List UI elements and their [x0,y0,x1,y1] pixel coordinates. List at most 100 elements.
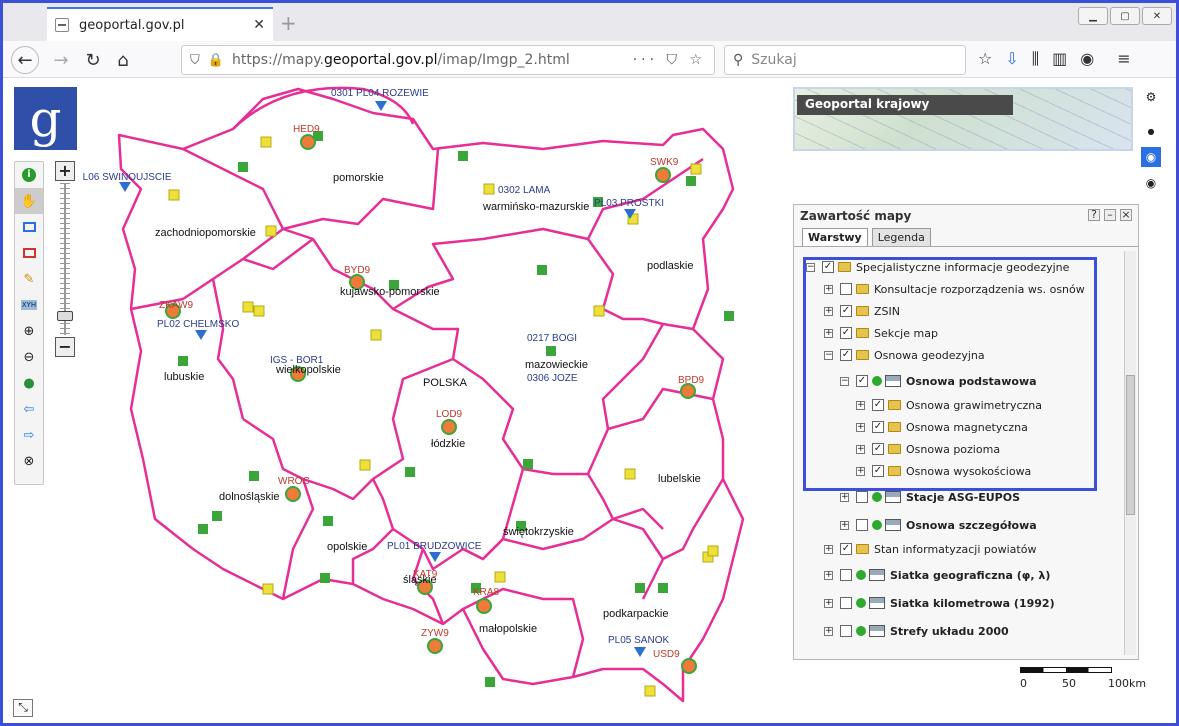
green-point-marker[interactable] [546,346,556,356]
layer-row[interactable]: + ✓ Stan informatyzacji powiatów [824,539,1036,559]
map-canvas[interactable]: pomorskie zachodniopomorskie warmińsko-m… [83,79,783,719]
layer-row[interactable]: + Siatka kilometrowa (1992) [824,593,1055,613]
green-point-marker[interactable] [724,311,734,321]
reading-list-icon[interactable]: ☆ [978,49,992,69]
zoom-in-icon[interactable]: ⊕ [15,318,43,344]
yellow-point-marker[interactable] [168,189,180,201]
layer-row[interactable]: + Siatka geograficzna (φ, λ) [824,565,1050,585]
expand-toggle-icon[interactable]: + [824,598,833,608]
green-point-marker[interactable] [686,176,696,186]
orange-point-marker[interactable] [427,638,443,654]
orange-point-marker[interactable] [300,134,316,150]
yellow-point-marker[interactable] [359,459,371,471]
green-point-marker[interactable] [238,162,248,172]
yellow-point-marker[interactable] [242,301,254,313]
green-point-marker[interactable] [249,471,259,481]
yellow-point-marker[interactable] [260,136,272,148]
select-box-icon[interactable] [15,240,43,266]
yellow-point-marker[interactable] [644,685,656,697]
pencil-icon[interactable]: ✎ [15,266,43,292]
green-point-marker[interactable] [212,511,222,521]
green-point-marker[interactable] [320,573,330,583]
expand-toggle-icon[interactable]: + [840,492,849,502]
yellow-point-marker[interactable] [370,329,382,341]
panel-scrollbar[interactable] [1124,251,1136,655]
orange-point-marker[interactable] [655,167,671,183]
back-arrow-icon[interactable]: ⇦ [15,396,43,422]
layer-checkbox[interactable] [856,519,868,531]
green-point-marker[interactable] [405,467,415,477]
close-panel-button[interactable]: × [1120,209,1132,221]
zoom-slider[interactable]: + − [55,161,75,357]
layer-row[interactable]: + Osnowa szczegółowa [840,515,1037,535]
info-icon[interactable]: i [15,162,43,188]
layer-row[interactable]: + Strefy układu 2000 [824,621,1009,641]
green-point-marker[interactable] [323,516,333,526]
forward-button[interactable]: → [47,46,75,74]
zoom-handle[interactable] [57,311,73,321]
orange-point-marker[interactable] [680,383,696,399]
yellow-point-marker[interactable] [624,468,636,480]
station-triangle-marker[interactable] [634,647,646,657]
reload-button[interactable]: ↻ [79,46,107,74]
zoom-out-button[interactable]: − [55,337,75,357]
full-extent-icon[interactable]: ⊗ [15,448,43,474]
help-button[interactable]: ? [1088,209,1100,221]
dot-icon[interactable]: ● [1141,121,1161,141]
globe-icon[interactable]: ● [15,370,43,396]
geoportal-logo[interactable]: g [14,87,77,150]
account-icon[interactable]: ◉ [1080,49,1094,69]
expand-toggle-icon[interactable]: + [840,520,849,530]
yellow-point-marker[interactable] [265,225,277,237]
expand-icon[interactable]: ⤡ [13,699,33,717]
overview-map[interactable]: Geoportal krajowy [793,87,1133,151]
station-triangle-marker[interactable] [429,552,441,562]
search-input[interactable]: ⚲ Szukaj [724,45,966,75]
green-point-marker[interactable] [198,524,208,534]
zoom-box-icon[interactable] [15,214,43,240]
station-triangle-marker[interactable] [375,101,387,111]
yellow-point-marker[interactable] [262,583,274,595]
station-triangle-marker[interactable] [195,330,207,340]
page-actions[interactable]: ··· ⛉ ☆ [633,52,706,68]
library-icon[interactable]: ⫼ [1032,49,1039,69]
yellow-point-marker[interactable] [690,163,702,175]
window-close-button[interactable]: ✕ [1142,7,1172,25]
eye-active-icon[interactable]: ◉ [1141,147,1161,167]
zoom-in-button[interactable]: + [55,161,75,181]
layer-checkbox[interactable]: ✓ [840,543,852,555]
yellow-point-marker[interactable] [494,571,506,583]
new-tab-button[interactable]: + [280,11,297,35]
orange-point-marker[interactable] [441,419,457,435]
green-point-marker[interactable] [458,151,468,161]
home-button[interactable]: ⌂ [109,46,137,74]
minimize-panel-button[interactable]: – [1104,209,1116,221]
eye-icon[interactable]: ◉ [1141,173,1161,193]
download-icon[interactable]: ⇩ [1005,49,1018,69]
tab-legend[interactable]: Legenda [871,228,931,246]
green-point-marker[interactable] [178,356,188,366]
yellow-point-marker[interactable] [253,305,265,317]
green-point-marker[interactable] [635,583,645,593]
settings-icon[interactable]: ⚙ [1141,87,1161,107]
back-button[interactable]: ← [11,46,39,74]
green-point-marker[interactable] [658,583,668,593]
sidebar-icon[interactable]: ▥ [1052,49,1067,69]
layer-checkbox[interactable] [856,491,868,503]
green-point-marker[interactable] [537,265,547,275]
browser-tab[interactable]: geoportal.gov.pl ✕ [47,7,273,41]
maximize-button[interactable]: ▢ [1110,7,1140,25]
layer-checkbox[interactable] [840,625,852,637]
forward-arrow-icon[interactable]: ⇨ [15,422,43,448]
expand-toggle-icon[interactable]: + [824,626,833,636]
layer-checkbox[interactable] [840,597,852,609]
orange-point-marker[interactable] [476,598,492,614]
expand-toggle-icon[interactable]: + [824,544,833,554]
zoom-out-icon[interactable]: ⊖ [15,344,43,370]
close-tab-icon[interactable]: ✕ [253,17,265,33]
green-point-marker[interactable] [523,459,533,469]
green-point-marker[interactable] [485,677,495,687]
url-bar[interactable]: ⛉ 🔒 https://mapy.geoportal.gov.pl/imap/I… [181,45,715,75]
tab-layers[interactable]: Warstwy [802,228,868,246]
station-triangle-marker[interactable] [119,182,131,192]
